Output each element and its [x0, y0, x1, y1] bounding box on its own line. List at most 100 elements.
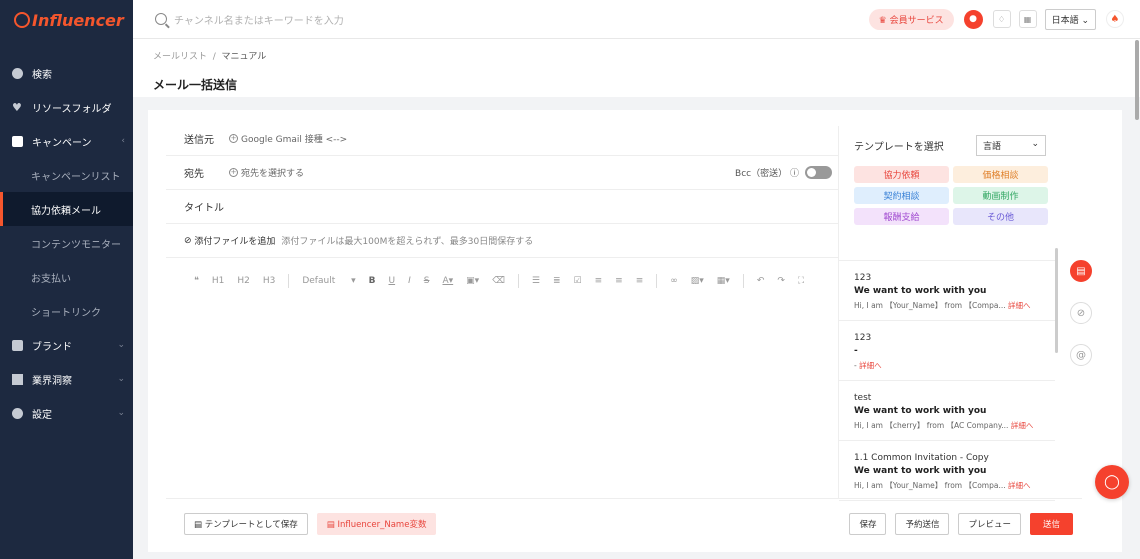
add-attachment-link[interactable]: 添付ファイルを追加 [194, 234, 275, 247]
underline-icon[interactable]: U [389, 270, 396, 292]
quote-icon[interactable]: ❝ [194, 270, 199, 292]
monitor-icon [12, 373, 23, 385]
breadcrumb-mail-list[interactable]: メールリスト [153, 52, 207, 62]
italic-icon[interactable]: I [408, 270, 411, 292]
bcc-toggle[interactable] [805, 166, 832, 179]
sidebar-item-campaign-list[interactable]: キャンペーンリスト [0, 158, 133, 192]
support-chat-button[interactable]: ◯ [1095, 465, 1129, 499]
page-scrollbar[interactable] [1135, 40, 1139, 120]
category-reward[interactable]: 報酬支給 [854, 208, 949, 225]
preview-button[interactable]: プレビュー [958, 512, 1021, 535]
category-video[interactable]: 動画制作 [953, 187, 1048, 204]
checklist-icon[interactable]: ☑ [574, 270, 582, 292]
sidebar-item-shortlink[interactable]: ショートリンク [0, 294, 133, 328]
title-row[interactable]: タイトル [166, 190, 838, 224]
sidebar-item-brand[interactable]: ブランド ⌄ [0, 328, 133, 362]
template-desc: Hi, I am 【cherry】 from 【AC Company... 詳細… [854, 420, 1047, 431]
template-panel: テンプレートを選択 言語 ⌄ 協力依頼 価格相談 契約相談 動画制作 報酬支給 そ… [838, 126, 1060, 501]
at-icon[interactable]: @ [1070, 344, 1092, 366]
numbered-list-icon[interactable]: ≣ [553, 270, 561, 292]
to-value: 宛先を選択する [241, 169, 305, 179]
font-color-icon[interactable]: A▾ [442, 270, 453, 292]
divider [656, 274, 658, 288]
align-right-icon[interactable]: ≡ [636, 270, 644, 292]
template-icon[interactable]: ▤ [1070, 260, 1092, 282]
grid-icon[interactable]: ▦ [1018, 10, 1037, 28]
save-as-template-label: テンプレートとして保存 [204, 519, 298, 530]
h3-button[interactable]: H3 [263, 270, 276, 292]
search-input[interactable]: チャンネル名またはキーワードを入力 [174, 12, 344, 27]
variable-button[interactable]: ▤ Influencer_Name変数 [316, 512, 437, 535]
table-icon[interactable]: ▦▾ [717, 270, 730, 292]
category-price[interactable]: 価格相談 [953, 166, 1048, 183]
attachment-icon[interactable]: ⊘ [1070, 302, 1092, 324]
sidebar-item-label: お支払い [31, 273, 71, 285]
save-button[interactable]: 保存 [849, 512, 887, 535]
font-select[interactable]: Default ▾ [302, 270, 355, 292]
sidebar-item-collab-mail[interactable]: 協力依頼メール [0, 192, 133, 226]
template-language-select[interactable]: 言語 ⌄ [976, 134, 1046, 156]
plus-icon: + [229, 168, 238, 177]
chat-icon[interactable]: ● [963, 9, 983, 29]
editor-toolbar: ❝ H1 H2 H3 Default ▾ B U I S A▾ ▣▾ ⌫ ☰ ≣… [166, 270, 826, 292]
sidebar-item-search[interactable]: 検索 [0, 56, 133, 90]
to-label: 宛先 [184, 169, 204, 180]
undo-icon[interactable]: ↶ [757, 270, 765, 292]
category-collab[interactable]: 協力依頼 [854, 166, 949, 183]
bg-color-icon[interactable]: ▣▾ [466, 270, 479, 292]
sidebar-item-label: リソースフォルダ [32, 103, 112, 115]
align-center-icon[interactable]: ≡ [615, 270, 623, 292]
template-desc: - 詳細へ [854, 360, 1047, 371]
to-select[interactable]: + 宛先を選択する [229, 166, 304, 179]
category-other[interactable]: その他 [953, 208, 1048, 225]
avatar[interactable]: ♠ [1106, 10, 1124, 28]
template-detail-link[interactable]: 詳細へ [1008, 481, 1031, 490]
align-left-icon[interactable]: ≡ [595, 270, 603, 292]
list-item[interactable]: 123 We want to work with you Hi, I am 【Y… [839, 261, 1055, 321]
page-header: メールリスト / マニュアル メール一括送信 [133, 39, 1140, 97]
heart-icon: ♥ [12, 100, 22, 114]
redo-icon[interactable]: ↷ [777, 270, 785, 292]
member-service-button[interactable]: ♛ 会員サービス [868, 8, 954, 30]
strikethrough-icon[interactable]: S [424, 270, 430, 292]
sidebar-item-content-monitor[interactable]: コンテンツモニター [0, 226, 133, 260]
template-detail-link[interactable]: 詳細へ [1008, 301, 1031, 310]
title-field[interactable]: タイトル [184, 199, 224, 214]
list-item[interactable]: 1.1 Common Invitation - Copy We want to … [839, 441, 1055, 501]
search-icon [155, 13, 167, 25]
sidebar-item-insight[interactable]: 業界洞察 ⌄ [0, 362, 133, 396]
side-tools: ▤ ⊘ @ [1070, 260, 1092, 386]
sidebar-item-resource[interactable]: ♥ リソースフォルダ [0, 90, 133, 124]
template-detail-link[interactable]: 詳細へ [1011, 421, 1034, 430]
list-item[interactable]: test We want to work with you Hi, I am 【… [839, 381, 1055, 441]
save-as-template-button[interactable]: ▤ テンプレートとして保存 [184, 512, 308, 535]
bullet-list-icon[interactable]: ☰ [532, 270, 540, 292]
sidebar-item-payment[interactable]: お支払い [0, 260, 133, 294]
bell-icon[interactable]: ♢ [992, 10, 1011, 28]
to-row: 宛先 + 宛先を選択する Bcc（密送） ⓘ [166, 156, 838, 190]
sidebar-item-campaign[interactable]: キャンペーン ‹ [0, 124, 133, 158]
bold-icon[interactable]: B [369, 270, 376, 292]
fullscreen-icon[interactable]: ⛶ [798, 270, 804, 292]
category-contract[interactable]: 契約相談 [854, 187, 949, 204]
clear-format-icon[interactable]: ⌫ [492, 270, 505, 292]
action-buttons: 保存 予約送信 プレビュー 送信 [849, 512, 1082, 535]
logo[interactable]: Influencer [0, 0, 133, 40]
breadcrumb: メールリスト / マニュアル [153, 49, 1140, 62]
template-scrollbar[interactable] [1055, 248, 1058, 353]
language-select[interactable]: 日本語 ⌄ [1044, 8, 1096, 30]
breadcrumb-separator: / [212, 52, 216, 62]
search-bar[interactable]: チャンネル名またはキーワードを入力 [133, 12, 869, 27]
help-icon[interactable]: ⓘ [790, 166, 799, 179]
h1-button[interactable]: H1 [212, 270, 225, 292]
image-icon[interactable]: ▨▾ [691, 270, 704, 292]
h2-button[interactable]: H2 [237, 270, 250, 292]
sidebar-item-settings[interactable]: 設定 ⌄ [0, 396, 133, 430]
schedule-send-button[interactable]: 予約送信 [895, 512, 950, 535]
sidebar-item-label: コンテンツモニター [31, 239, 121, 251]
from-select[interactable]: + Google Gmail 接種 <--> [229, 132, 347, 145]
link-icon[interactable]: ∞ [670, 270, 678, 292]
send-button[interactable]: 送信 [1029, 512, 1073, 535]
template-detail-link[interactable]: 詳細へ [859, 361, 882, 370]
list-item[interactable]: 123 - - 詳細へ [839, 321, 1055, 381]
